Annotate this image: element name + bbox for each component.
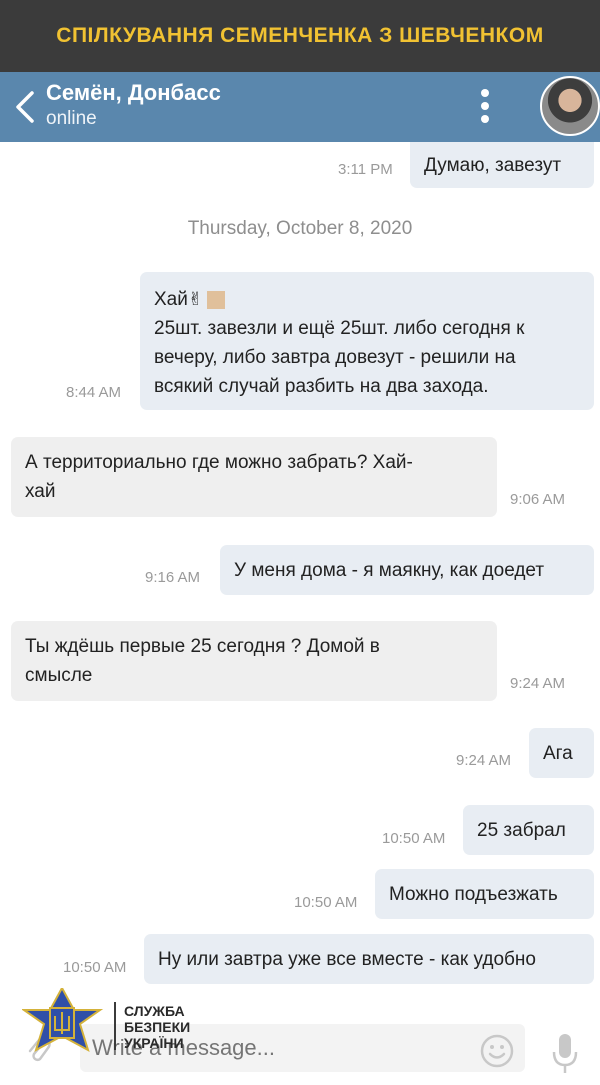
message-text: хай	[25, 481, 56, 502]
banner-text: СПІЛКУВАННЯ СЕМЕНЧЕНКА З ШЕВЧЕНКОМ	[56, 24, 544, 47]
message-text: смысле	[25, 665, 93, 686]
message-text: У меня дома - я маякну, как доедет	[234, 560, 545, 581]
chat-header: Семён, Донбасс online	[0, 72, 600, 142]
message-text: Можно подъезжать	[389, 884, 558, 905]
message-text: А территориально где можно забрать? Хай-	[25, 452, 413, 473]
vertical-dots-icon[interactable]	[472, 86, 498, 128]
message-bubble-outgoing[interactable]: Ага	[529, 728, 594, 778]
watermark-line: БЕЗПЕКИ	[124, 1019, 191, 1035]
message-time: 3:11 PM	[338, 161, 393, 178]
message-bubble-incoming[interactable]: Ты ждёшь первые 25 сегодня ? Домой в смы…	[11, 621, 497, 701]
message-time: 10:50 AM	[63, 959, 127, 976]
contact-name[interactable]: Семён, Донбасс	[46, 80, 221, 106]
message-time: 10:50 AM	[294, 894, 358, 911]
watermark-line: УКРАЇНИ	[124, 1035, 184, 1051]
chevron-left-icon[interactable]	[12, 90, 38, 124]
message-text: Думаю, завезут	[424, 155, 562, 176]
watermark-text: СЛУЖБА БЕЗПЕКИ УКРАЇНИ	[124, 1003, 190, 1051]
message-time: 9:06 AM	[510, 491, 566, 508]
microphone-icon[interactable]	[548, 1032, 582, 1076]
watermark-divider	[114, 1002, 116, 1050]
message-text: Ну или завтра уже все вместе - как удобн…	[158, 949, 536, 970]
avatar[interactable]	[540, 76, 600, 136]
message-text: всякий случай разбить на два захода.	[154, 376, 489, 398]
message-time: 9:24 AM	[510, 675, 566, 692]
contact-status: online	[46, 108, 97, 129]
message-bubble-outgoing[interactable]: Думаю, завезут	[410, 142, 594, 188]
message-text: Ты ждёшь первые 25 сегодня ? Домой в	[25, 636, 380, 657]
title-banner: СПІЛКУВАННЯ СЕМЕНЧЕНКА З ШЕВЧЕНКОМ	[0, 0, 600, 72]
message-time: 10:50 AM	[382, 830, 446, 847]
message-bubble-incoming[interactable]: А территориально где можно забрать? Хай-…	[11, 437, 497, 517]
message-text: 25шт. завезли и ещё 25шт. либо сегодня к	[154, 318, 525, 340]
message-time: 8:44 AM	[66, 384, 122, 401]
message-bubble-outgoing[interactable]: Можно подъезжать	[375, 869, 594, 919]
date-separator: Thursday, October 8, 2020	[187, 218, 413, 239]
watermark-line: СЛУЖБА	[124, 1003, 185, 1019]
message-bubble-outgoing[interactable]: Хай✌ 25шт. завезли и ещё 25шт. либо сего…	[140, 272, 594, 410]
smile-icon[interactable]	[480, 1034, 514, 1068]
skin-tone-icon	[206, 290, 225, 309]
peace-hand-icon: ✌	[187, 289, 203, 310]
message-text: 25 забрал	[477, 820, 566, 841]
message-text: вечеру, либо завтра довезут - решили на	[154, 347, 516, 369]
message-text: Ага	[543, 743, 573, 764]
message-time: 9:16 AM	[145, 569, 201, 586]
message-bubble-outgoing[interactable]: У меня дома - я маякну, как доедет	[220, 545, 594, 595]
message-bubble-outgoing[interactable]: 25 забрал	[463, 805, 594, 855]
message-text: Хай	[154, 289, 188, 310]
message-bubble-outgoing[interactable]: Ну или завтра уже все вместе - как удобн…	[144, 934, 594, 984]
message-time: 9:24 AM	[456, 752, 512, 769]
